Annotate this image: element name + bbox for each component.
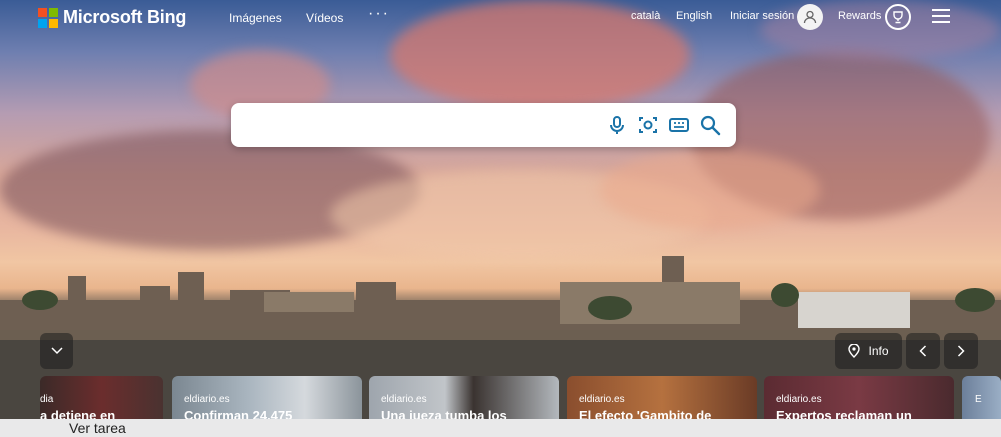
news-source: eldiario.es	[184, 394, 230, 405]
chevron-left-icon	[919, 345, 927, 357]
news-source: eldiario.es	[381, 394, 427, 405]
news-carousel: dia a detiene en eldiario.es Confirman 2…	[0, 376, 1001, 420]
chevron-right-icon	[957, 345, 965, 357]
taskbar: Ver tarea	[0, 419, 1001, 437]
nav-more-button[interactable]: ···	[368, 5, 390, 23]
castle-skyline	[0, 256, 1001, 437]
logo-text: Microsoft Bing	[63, 7, 187, 27]
news-source: eldiario.es	[579, 394, 625, 405]
task-view-label[interactable]: Ver tarea	[69, 420, 126, 436]
user-icon[interactable]	[797, 4, 823, 30]
news-card[interactable]: eldiario.es Expertos reclaman un	[764, 376, 954, 420]
signin-link[interactable]: Iniciar sesión	[730, 10, 794, 22]
previous-image-button[interactable]	[906, 333, 940, 369]
bing-logo[interactable]: Microsoft Bing	[38, 7, 186, 28]
language-english[interactable]: English	[676, 10, 712, 22]
news-card[interactable]: dia a detiene en	[40, 376, 163, 420]
news-source: E	[975, 394, 982, 405]
news-card[interactable]: eldiario.es El efecto 'Gambito de	[567, 376, 757, 420]
language-catala[interactable]: català	[631, 10, 660, 22]
expand-feed-button[interactable]	[40, 333, 73, 369]
nav-videos[interactable]: Vídeos	[306, 11, 343, 25]
keyboard-icon[interactable]	[668, 114, 690, 136]
news-card[interactable]: eldiario.es Confirman 24.475	[172, 376, 362, 420]
visual-search-icon[interactable]	[637, 114, 659, 136]
nav-images[interactable]: Imágenes	[229, 11, 282, 25]
rewards-label[interactable]: Rewards	[838, 10, 881, 22]
news-source: dia	[40, 394, 54, 405]
background-image	[0, 0, 1001, 437]
search-box	[231, 103, 736, 147]
info-button[interactable]: Info	[835, 333, 902, 369]
microsoft-logo-icon	[38, 7, 58, 28]
microphone-icon[interactable]	[606, 114, 628, 136]
info-label: Info	[868, 344, 889, 358]
top-bar: Microsoft Bing Imágenes Vídeos ··· catal…	[0, 0, 1001, 36]
news-card[interactable]: eldiario.es Una jueza tumba los	[369, 376, 559, 420]
location-pin-icon	[848, 344, 861, 358]
news-card[interactable]: E	[962, 376, 1001, 420]
hamburger-menu-icon[interactable]	[932, 9, 950, 23]
search-icon[interactable]	[699, 114, 721, 136]
news-source: eldiario.es	[776, 394, 822, 405]
next-image-button[interactable]	[944, 333, 978, 369]
rewards-trophy-icon[interactable]	[885, 4, 911, 30]
chevron-down-icon	[50, 347, 63, 355]
search-input[interactable]	[245, 113, 609, 139]
